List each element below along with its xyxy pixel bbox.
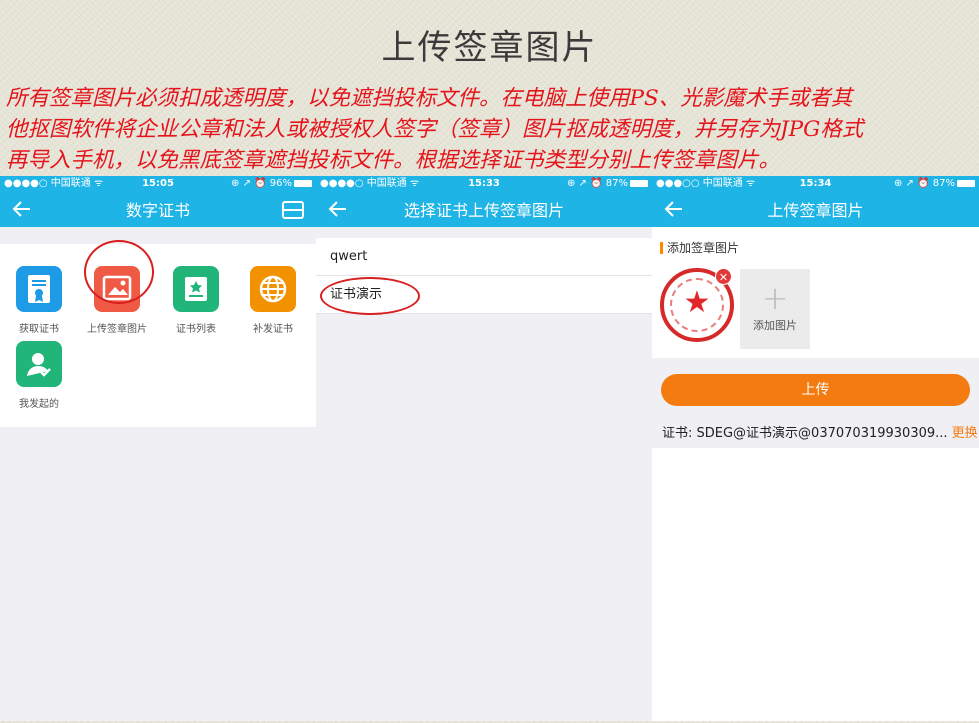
- list-star-icon: [173, 266, 219, 312]
- app-grid: 获取证书 上传签章图片 证书列表 补发证书 我发起的: [0, 240, 316, 427]
- user-check-icon: [16, 341, 62, 387]
- certificate-icon: [16, 266, 62, 312]
- nav-bar: 选择证书上传签章图片: [316, 191, 652, 227]
- nav-bar: 上传签章图片: [652, 191, 979, 227]
- page-title: 选择证书上传签章图片: [403, 201, 564, 220]
- back-arrow-icon[interactable]: [662, 197, 686, 221]
- globe-icon: [250, 266, 296, 312]
- status-bar: ●●●○○ 中国联通 ᯤ 15:34 ⊕ ↗ ⏰ 87%: [652, 176, 979, 191]
- carrier-signal: ●●●●○ 中国联通 ᯤ: [320, 178, 420, 189]
- cert-info: 证书: SDEG@证书演示@037070319930309... 更换: [662, 422, 979, 441]
- phone-screen-upload-seal: ●●●○○ 中国联通 ᯤ 15:34 ⊕ ↗ ⏰ 87% 上传签章图片 添加签章…: [652, 176, 979, 721]
- carrier-signal: ●●●●○ 中国联通 ᯤ: [4, 178, 104, 189]
- status-right: ⊕ ↗ ⏰ 87%: [869, 176, 975, 191]
- list-item[interactable]: 证书演示: [316, 276, 652, 315]
- section-label: 添加签章图片: [667, 241, 740, 255]
- highlight-circle: [320, 277, 420, 315]
- app-get-cert[interactable]: 获取证书: [0, 266, 78, 335]
- status-right: ⊕ ↗ ⏰ 96%: [209, 176, 313, 191]
- add-image-button[interactable]: + 添加图片: [740, 269, 810, 349]
- phone-screen-select-cert: ●●●●○ 中国联通 ᯤ 15:33 ⊕ ↗ ⏰ 87% 选择证书上传签章图片 …: [316, 176, 652, 721]
- back-arrow-icon[interactable]: [10, 197, 34, 221]
- nav-bar: 数字证书: [0, 191, 316, 227]
- status-bar: ●●●●○ 中国联通 ᯤ 15:33 ⊕ ↗ ⏰ 87%: [316, 176, 652, 191]
- phone-screen-digital-cert: ●●●●○ 中国联通 ᯤ 15:05 ⊕ ↗ ⏰ 96% 数字证书 获取证书 上…: [0, 176, 316, 721]
- section-accent: [660, 241, 663, 254]
- highlight-circle: [84, 240, 154, 304]
- plus-icon: +: [761, 279, 789, 317]
- upload-button[interactable]: 上传: [661, 374, 970, 406]
- app-label: 补发证书: [253, 324, 293, 335]
- app-label: 我发起的: [19, 399, 59, 410]
- status-time: 15:05: [142, 178, 174, 189]
- battery-icon: [294, 179, 313, 187]
- status-time: 15:34: [799, 178, 832, 189]
- page-title: 上传签章图片: [767, 201, 864, 220]
- app-label: 证书列表: [176, 324, 216, 335]
- app-cert-list[interactable]: 证书列表: [157, 266, 235, 335]
- status-time: 15:33: [468, 178, 500, 189]
- status-bar: ●●●●○ 中国联通 ᯤ 15:05 ⊕ ↗ ⏰ 96%: [0, 176, 316, 191]
- cert-info-text: 证书: SDEG@证书演示@037070319930309...: [662, 426, 948, 441]
- menu-icon[interactable]: [282, 201, 304, 219]
- app-label: 获取证书: [19, 324, 59, 335]
- section-header: 添加签章图片: [652, 239, 979, 256]
- battery-icon: [629, 179, 648, 187]
- slide-description: 所有签章图片必须扣成透明度，以免遮挡投标文件。在电脑上使用PS、光影魔术手或者其…: [6, 83, 976, 176]
- list-item[interactable]: qwert: [316, 238, 652, 276]
- cert-list: qwert 证书演示: [316, 238, 652, 315]
- description-line: 所有签章图片必须扣成透明度，以免遮挡投标文件。在电脑上使用PS、光影魔术手或者其: [6, 86, 853, 111]
- status-right: ⊕ ↗ ⏰ 87%: [539, 176, 648, 191]
- star-icon: ★: [683, 285, 711, 320]
- slide-title: 上传签章图片: [381, 28, 598, 68]
- app-initiated[interactable]: 我发起的: [0, 341, 78, 410]
- app-label: 上传签章图片: [87, 324, 147, 335]
- app-reissue-cert[interactable]: 补发证书: [234, 266, 312, 335]
- page-title: 数字证书: [125, 201, 190, 220]
- back-arrow-icon[interactable]: [326, 197, 350, 221]
- description-line: 再导入手机，以免黑底签章遮挡投标文件。根据选择证书类型分别上传签章图片。: [6, 148, 781, 173]
- battery-icon: [956, 179, 975, 187]
- change-cert-link[interactable]: 更换: [952, 426, 978, 441]
- add-image-label: 添加图片: [753, 319, 797, 332]
- remove-image-button[interactable]: ✕: [715, 268, 732, 285]
- description-line: 他抠图软件将企业公章和法人或被授权人签字（签章）图片抠成透明度，并另存为JPG格…: [6, 117, 864, 142]
- carrier-signal: ●●●○○ 中国联通 ᯤ: [656, 178, 756, 189]
